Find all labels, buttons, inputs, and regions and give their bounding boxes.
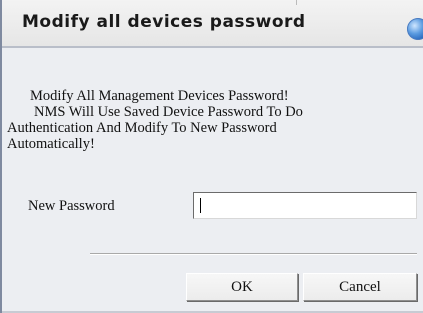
globe-icon [407, 18, 423, 40]
title-divider [296, 0, 297, 5]
message-line: NMS Will Use Saved Device Password To Do [34, 104, 303, 120]
separator [90, 253, 417, 255]
title-bar[interactable]: Modify all devices password [2, 0, 423, 48]
message-line: Automatically! [7, 136, 95, 152]
ok-button[interactable]: OK [186, 273, 298, 301]
info-message: Modify All Management Devices Password! … [7, 88, 367, 152]
cancel-button[interactable]: Cancel [303, 273, 417, 301]
dialog-title: Modify all devices password [22, 12, 306, 32]
text-caret [200, 198, 201, 213]
new-password-label: New Password [28, 198, 115, 214]
message-line: Modify All Management Devices Password! [30, 88, 289, 104]
message-line: Authentication And Modify To New Passwor… [7, 120, 277, 136]
new-password-input[interactable] [193, 192, 417, 219]
modify-password-dialog: Modify all devices password Modify All M… [0, 0, 423, 313]
